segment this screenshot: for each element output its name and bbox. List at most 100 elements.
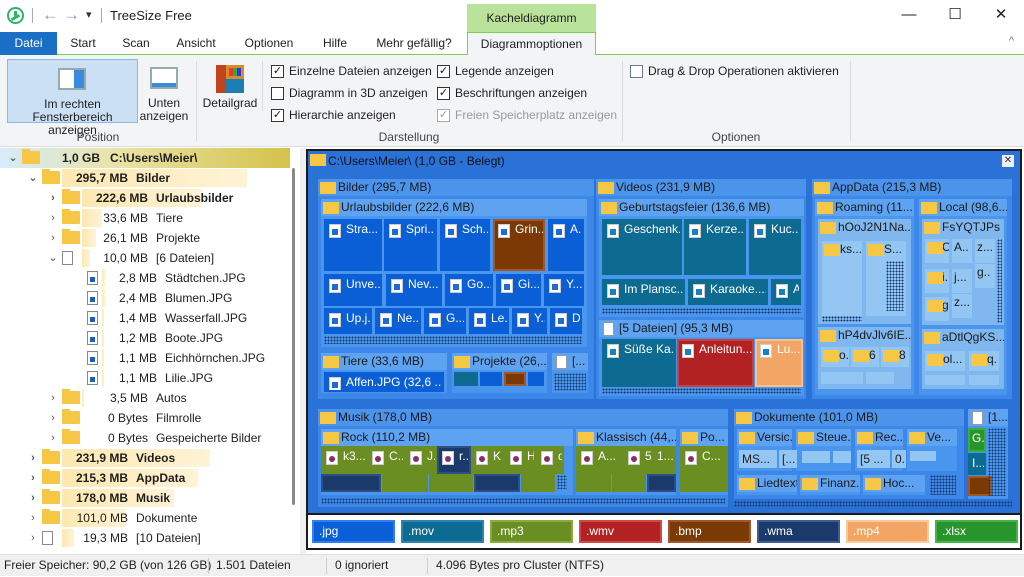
tree-row[interactable]: ⌄ 295,7 MB Bilder [0,168,290,188]
tile-folder[interactable]: z... [952,294,972,318]
tree-row[interactable]: › 26,1 MB Projekte [0,228,290,248]
tile-file[interactable] [474,474,520,492]
tile-file[interactable] [521,474,555,492]
expand-chevron-icon[interactable]: › [27,508,39,528]
tile-file[interactable] [382,474,428,492]
checkbox-icon[interactable] [271,87,284,100]
tile-pop[interactable]: Po... C... [680,429,728,495]
scrollbar-thumb[interactable] [292,168,295,505]
tile-file[interactable]: [5 ... [857,450,890,468]
tab-mehr-gefaellig[interactable]: Mehr gefällig? [368,32,460,55]
tile-file[interactable]: Lu... [755,339,803,387]
tile-file[interactable]: Stra... [324,219,382,271]
tile-tiere[interactable]: Tiere (33,6 MB) Affen.JPG (32,6 ... [321,353,447,393]
checkbox-drag-drop[interactable]: Drag & Drop Operationen aktivieren [630,63,839,79]
tree-row[interactable]: › 215,3 MB AppData [0,468,290,488]
tile-folder[interactable]: 6 [851,347,879,367]
tile-file[interactable] [528,372,544,386]
tile-appdata[interactable]: AppData (215,3 MB) Roaming (11... hOoJ2N… [812,179,1012,399]
tile-file[interactable]: I... [968,453,986,475]
tile-folder[interactable]: Steue... [796,429,851,471]
tile-misc-files[interactable]: [1... G. I... [968,409,1008,499]
tile-file[interactable] [802,451,830,463]
tile-file[interactable]: Geschenk... [602,219,682,275]
expand-chevron-icon[interactable]: › [47,388,59,408]
tile-file[interactable]: H [505,446,536,474]
minimize-button[interactable]: — [886,0,932,32]
tile-folder[interactable] [821,372,863,384]
tree-row[interactable]: 2,8 MB Städtchen.JPG [0,268,290,288]
expand-chevron-icon[interactable]: › [47,208,59,228]
tile-bilder[interactable]: Bilder (295,7 MB) Urlaubsbilder (222,6 M… [318,179,594,399]
tile-folder[interactable]: Liedtexte ... [737,475,797,495]
tile-file[interactable]: A... [548,219,584,271]
tile-file[interactable]: 5 [623,446,653,474]
checkbox-diagramm-3d[interactable]: Diagramm in 3D anzeigen [271,85,428,101]
tile-file[interactable]: Go... [445,274,493,306]
expand-chevron-icon[interactable]: › [47,228,59,248]
tile-file[interactable]: 0. [892,450,906,468]
tile-file[interactable]: Up.j... [324,308,372,334]
tile-klassisch[interactable]: Klassisch (44,... A... 5 1... [576,429,676,495]
checkbox-icon[interactable]: ✓ [271,65,284,78]
tile-file[interactable]: Anleitun... [677,339,754,387]
tile-file[interactable] [612,474,646,492]
tile-folder[interactable]: q. [969,351,999,371]
close-treemap-button[interactable]: ✕ [1002,155,1014,167]
tile-file[interactable]: Ne... [375,308,421,334]
tile-folder[interactable]: ol... [925,351,965,371]
detail-level-button[interactable]: Detailgrad [201,59,259,123]
tile-file[interactable]: Im Plansc... [602,279,685,305]
tile-file[interactable] [833,451,851,463]
tree-row[interactable]: › 101,0 MB Dokumente [0,508,290,528]
tile-file[interactable]: Unve... [324,274,382,306]
tree-row[interactable]: › 3,5 MB Autos [0,388,290,408]
tile-projekte[interactable]: Projekte (26,... [452,353,547,393]
tile-dokumente[interactable]: Dokumente (101,0 MB) Versic... Steue... Re… [734,409,964,499]
tile-folder[interactable]: g [925,297,949,321]
expand-chevron-icon[interactable]: › [27,528,39,548]
tree-row[interactable]: › 33,6 MB Tiere [0,208,290,228]
tree-row[interactable]: › 0 Bytes Gespeicherte Bilder [0,428,290,448]
tile-file[interactable]: Kerze... [684,219,746,275]
tab-scan[interactable]: Scan [114,32,158,55]
tile-file[interactable] [321,474,381,492]
expand-chevron-icon[interactable]: › [47,188,59,208]
expand-chevron-icon[interactable]: › [47,408,59,428]
close-button[interactable]: ✕ [978,0,1024,32]
checkbox-icon[interactable]: ✓ [437,87,450,100]
tile-videos[interactable]: Videos (231,9 MB) Geburtstagsfeier (136,… [596,179,806,399]
tab-diagrammoptionen[interactable]: Diagrammoptionen [467,32,596,56]
treemap-chart[interactable]: C:\Users\Meier\ (1,0 GB - Belegt) ✕ Bild… [306,149,1022,515]
folder-tree[interactable]: ⌄ 1,0 GB C:\Users\Meier\ ⌄ 295,7 MB Bilder › 22… [0,148,300,554]
tile-file[interactable]: J... [405,446,437,474]
tab-ansicht[interactable]: Ansicht [168,32,224,55]
tab-optionen[interactable]: Optionen [236,32,302,55]
tree-row[interactable]: ⌄ 1,0 GB C:\Users\Meier\ [0,148,290,168]
tab-hilfe[interactable]: Hilfe [314,32,356,55]
tile-file[interactable] [480,372,502,386]
tile-folder[interactable] [866,372,894,384]
tile-file[interactable]: Y... [544,274,584,306]
tree-row[interactable]: › 19,3 MB [10 Dateien] [0,528,290,548]
tile-files[interactable]: [... [552,353,588,393]
tile-geburtstagsfeier[interactable]: Geburtstagsfeier (136,6 MB) Geschenk... K… [599,199,804,317]
tile-folder[interactable]: Ve... [907,429,957,471]
forward-arrow-icon[interactable]: → [63,5,80,25]
tile-folder[interactable] [925,375,965,385]
tab-start[interactable]: Start [62,32,104,55]
tile-folder[interactable]: o. [821,347,849,367]
tile-folder[interactable]: Finanz... [800,475,860,495]
tile-5-dateien[interactable]: [5 Dateien] (95,3 MB) Süße Ka... Anleitu… [599,320,804,396]
expand-chevron-icon[interactable]: › [27,448,39,468]
collapse-chevron-icon[interactable]: ⌄ [27,168,39,188]
show-right-pane-button[interactable]: Im rechten Fensterbereich anzeigen [7,59,138,137]
tile-file[interactable]: 1... [653,446,676,474]
tile-folder[interactable]: 8 [881,347,909,367]
tile-file[interactable] [429,474,473,492]
tile-file[interactable] [576,474,611,492]
tile-folder[interactable]: z... [975,239,995,263]
tree-row[interactable]: 2,4 MB Blumen.JPG [0,288,290,308]
tile-folder[interactable]: i. [925,269,949,293]
expand-chevron-icon[interactable]: › [27,488,39,508]
